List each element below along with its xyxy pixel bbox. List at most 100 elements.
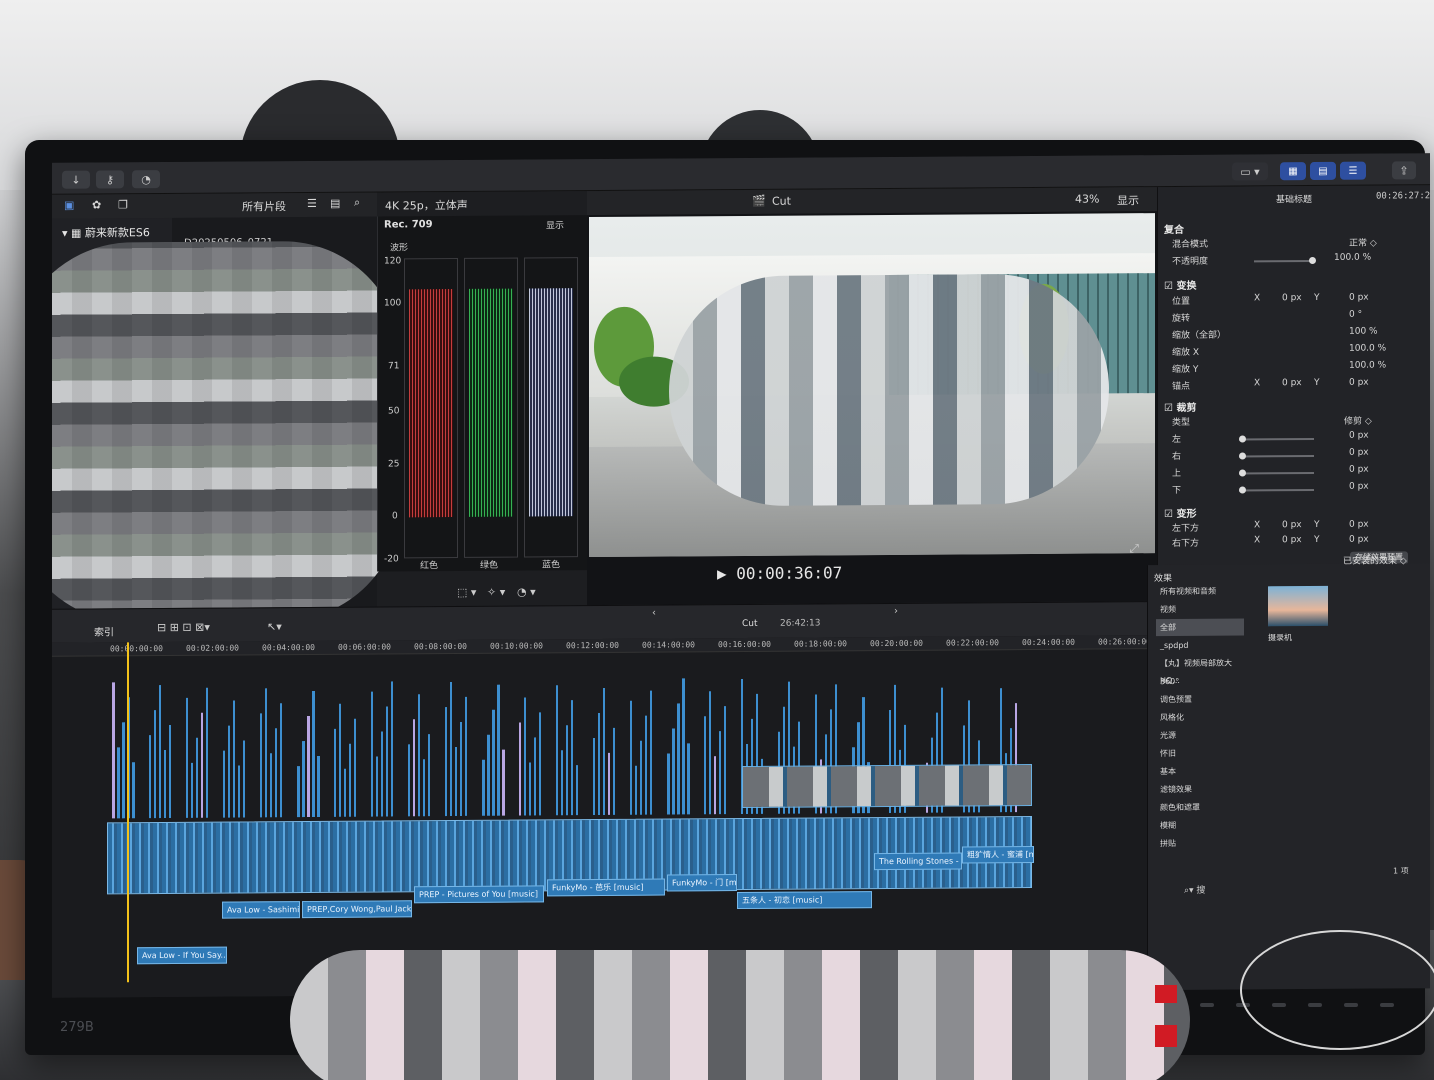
connected-clip[interactable] bbox=[598, 712, 600, 815]
connected-clip[interactable] bbox=[312, 690, 315, 817]
crop-section-title[interactable]: ☑ 裁剪 bbox=[1164, 399, 1196, 414]
keyword-button[interactable]: ⚷ bbox=[96, 170, 124, 189]
select-tool-icon[interactable]: ↖▾ bbox=[267, 620, 282, 633]
transform-row[interactable]: 旋转 0 ° bbox=[1164, 309, 1420, 327]
connected-clip[interactable] bbox=[302, 741, 305, 818]
titles-icon[interactable]: ❐ bbox=[118, 198, 128, 211]
distort-v2[interactable]: 0 px bbox=[1349, 535, 1369, 545]
effects-category-item[interactable]: 拼贴 bbox=[1156, 834, 1244, 852]
connected-clip[interactable] bbox=[635, 765, 637, 815]
opacity-slider[interactable] bbox=[1254, 256, 1316, 265]
crop-value[interactable]: 0 px bbox=[1349, 465, 1369, 475]
effect-preview-thumbnail[interactable] bbox=[1268, 585, 1328, 627]
connected-clip[interactable] bbox=[386, 706, 388, 817]
photos-icon[interactable]: ✿ bbox=[92, 198, 101, 211]
connected-clip[interactable] bbox=[349, 743, 351, 817]
connected-clip[interactable] bbox=[502, 749, 505, 816]
crop-row[interactable]: 下 0 px bbox=[1164, 481, 1420, 499]
effects-category-item[interactable]: 所有视频和音频 bbox=[1156, 582, 1244, 600]
connected-clip[interactable] bbox=[534, 737, 536, 816]
installed-effects-menu[interactable]: 已安装的效果 ◇ bbox=[1343, 553, 1407, 566]
connected-clip[interactable] bbox=[719, 731, 721, 815]
connected-clip[interactable] bbox=[497, 684, 500, 816]
audio-clip[interactable]: 粗犷情人 - 蜜浦 [m... bbox=[962, 845, 1034, 864]
transform-v2[interactable]: 100.0 % bbox=[1349, 360, 1386, 370]
connected-clip[interactable] bbox=[714, 756, 716, 815]
connected-clip[interactable] bbox=[307, 716, 310, 818]
crop-row[interactable]: 上 0 px bbox=[1164, 464, 1420, 482]
transform-v2[interactable]: 100.0 % bbox=[1349, 343, 1386, 353]
crop-slider-knob[interactable] bbox=[1239, 452, 1246, 460]
connected-clip[interactable] bbox=[445, 707, 447, 817]
connected-clip[interactable] bbox=[381, 731, 383, 817]
connected-clip[interactable] bbox=[455, 746, 457, 816]
distort-v1[interactable]: 0 px bbox=[1282, 520, 1302, 530]
connected-clip[interactable] bbox=[186, 697, 188, 818]
crop-slider[interactable] bbox=[1239, 486, 1314, 494]
transform-tool-icon[interactable]: ⬚ ▾ bbox=[457, 586, 476, 599]
share-icon[interactable]: ⇪ bbox=[1392, 161, 1416, 180]
connected-clip[interactable] bbox=[650, 690, 652, 815]
connected-clip[interactable] bbox=[539, 712, 541, 816]
transform-row[interactable]: 缩放（全部） 100 % bbox=[1164, 326, 1420, 344]
connected-clip[interactable] bbox=[243, 740, 245, 818]
transform-v2[interactable]: 0 px bbox=[1349, 378, 1369, 388]
zoom-menu[interactable]: 43% bbox=[1075, 192, 1099, 205]
effects-category-item[interactable]: 风格化 bbox=[1156, 708, 1244, 726]
connected-clip[interactable] bbox=[645, 715, 647, 815]
distort-v2[interactable]: 0 px bbox=[1349, 520, 1369, 530]
crop-row[interactable]: 右 0 px bbox=[1164, 447, 1420, 465]
connected-clip[interactable] bbox=[112, 682, 115, 819]
clip-filter-dropdown[interactable]: 所有片段 bbox=[242, 198, 286, 214]
transform-v2[interactable]: 0 px bbox=[1349, 293, 1369, 303]
connected-clip[interactable] bbox=[709, 691, 711, 815]
connected-clip[interactable] bbox=[418, 694, 420, 817]
connected-clip[interactable] bbox=[317, 755, 320, 817]
connected-clip[interactable] bbox=[297, 766, 300, 818]
connected-clip[interactable] bbox=[376, 756, 378, 817]
connected-clip[interactable] bbox=[482, 759, 485, 816]
connected-clip[interactable] bbox=[608, 752, 610, 815]
effects-category-item[interactable]: 全部 bbox=[1156, 618, 1244, 637]
prev-arrow-icon[interactable]: ‹ bbox=[652, 608, 656, 619]
connected-clip[interactable] bbox=[423, 759, 425, 817]
connected-clip[interactable] bbox=[408, 744, 410, 817]
distort-row[interactable]: 右下方 X 0 px Y 0 px bbox=[1164, 534, 1420, 552]
connected-clip[interactable] bbox=[428, 734, 430, 817]
transform-v2[interactable]: 100 % bbox=[1349, 327, 1378, 337]
libraries-icon[interactable]: ▣ bbox=[64, 199, 74, 212]
connected-clip[interactable] bbox=[196, 737, 198, 818]
transform-section-title[interactable]: ☑ 变换 bbox=[1164, 277, 1196, 292]
connected-clip[interactable] bbox=[233, 700, 235, 818]
connected-clip[interactable] bbox=[280, 703, 282, 818]
transform-row[interactable]: 缩放 Y 100.0 % bbox=[1164, 360, 1420, 378]
connected-clip[interactable] bbox=[122, 722, 125, 819]
connected-clip[interactable] bbox=[265, 688, 267, 818]
connected-clip[interactable] bbox=[191, 762, 193, 818]
connected-clip[interactable] bbox=[169, 724, 171, 818]
filmstrip-icon[interactable]: ▤ bbox=[330, 197, 340, 210]
background-tasks-button[interactable]: ◔ bbox=[132, 170, 160, 189]
audio-clip[interactable]: FunkyMo - 门 [m... bbox=[667, 874, 737, 892]
connected-clip[interactable] bbox=[556, 685, 558, 816]
blend-mode-value[interactable]: 正常 ◇ bbox=[1349, 236, 1377, 249]
crop-slider-knob[interactable] bbox=[1239, 486, 1246, 494]
connected-clip[interactable] bbox=[593, 738, 595, 816]
audio-clip[interactable]: PREP - Pictures of You [music] bbox=[414, 885, 544, 904]
transform-row[interactable]: 缩放 X 100.0 % bbox=[1164, 343, 1420, 361]
connected-clip[interactable] bbox=[672, 728, 675, 815]
audio-clip[interactable]: The Rolling Stones - Ro... bbox=[874, 852, 962, 871]
transform-row[interactable]: 位置 X 0 px Y 0 px bbox=[1164, 292, 1420, 310]
speed-icon[interactable]: ◔ ▾ bbox=[517, 585, 536, 598]
audio-clip[interactable]: Ava Low - Sashimi... bbox=[222, 901, 300, 919]
inspector-toggle-icon[interactable]: ☰ bbox=[1340, 161, 1366, 180]
connected-clip[interactable] bbox=[640, 740, 642, 815]
connected-clip[interactable] bbox=[524, 697, 526, 816]
connected-clip[interactable] bbox=[391, 681, 393, 817]
effects-category-item[interactable]: 【丸】视频局部放大HQ... bbox=[1156, 654, 1244, 686]
effects-category-item[interactable]: 视频 bbox=[1156, 600, 1244, 618]
next-arrow-icon[interactable]: › bbox=[894, 606, 898, 617]
transform-v1[interactable]: 0 px bbox=[1282, 293, 1302, 303]
effects-category-item[interactable]: 光源 bbox=[1156, 726, 1244, 744]
workspace-menu[interactable]: ▭ ▾ bbox=[1232, 162, 1268, 181]
